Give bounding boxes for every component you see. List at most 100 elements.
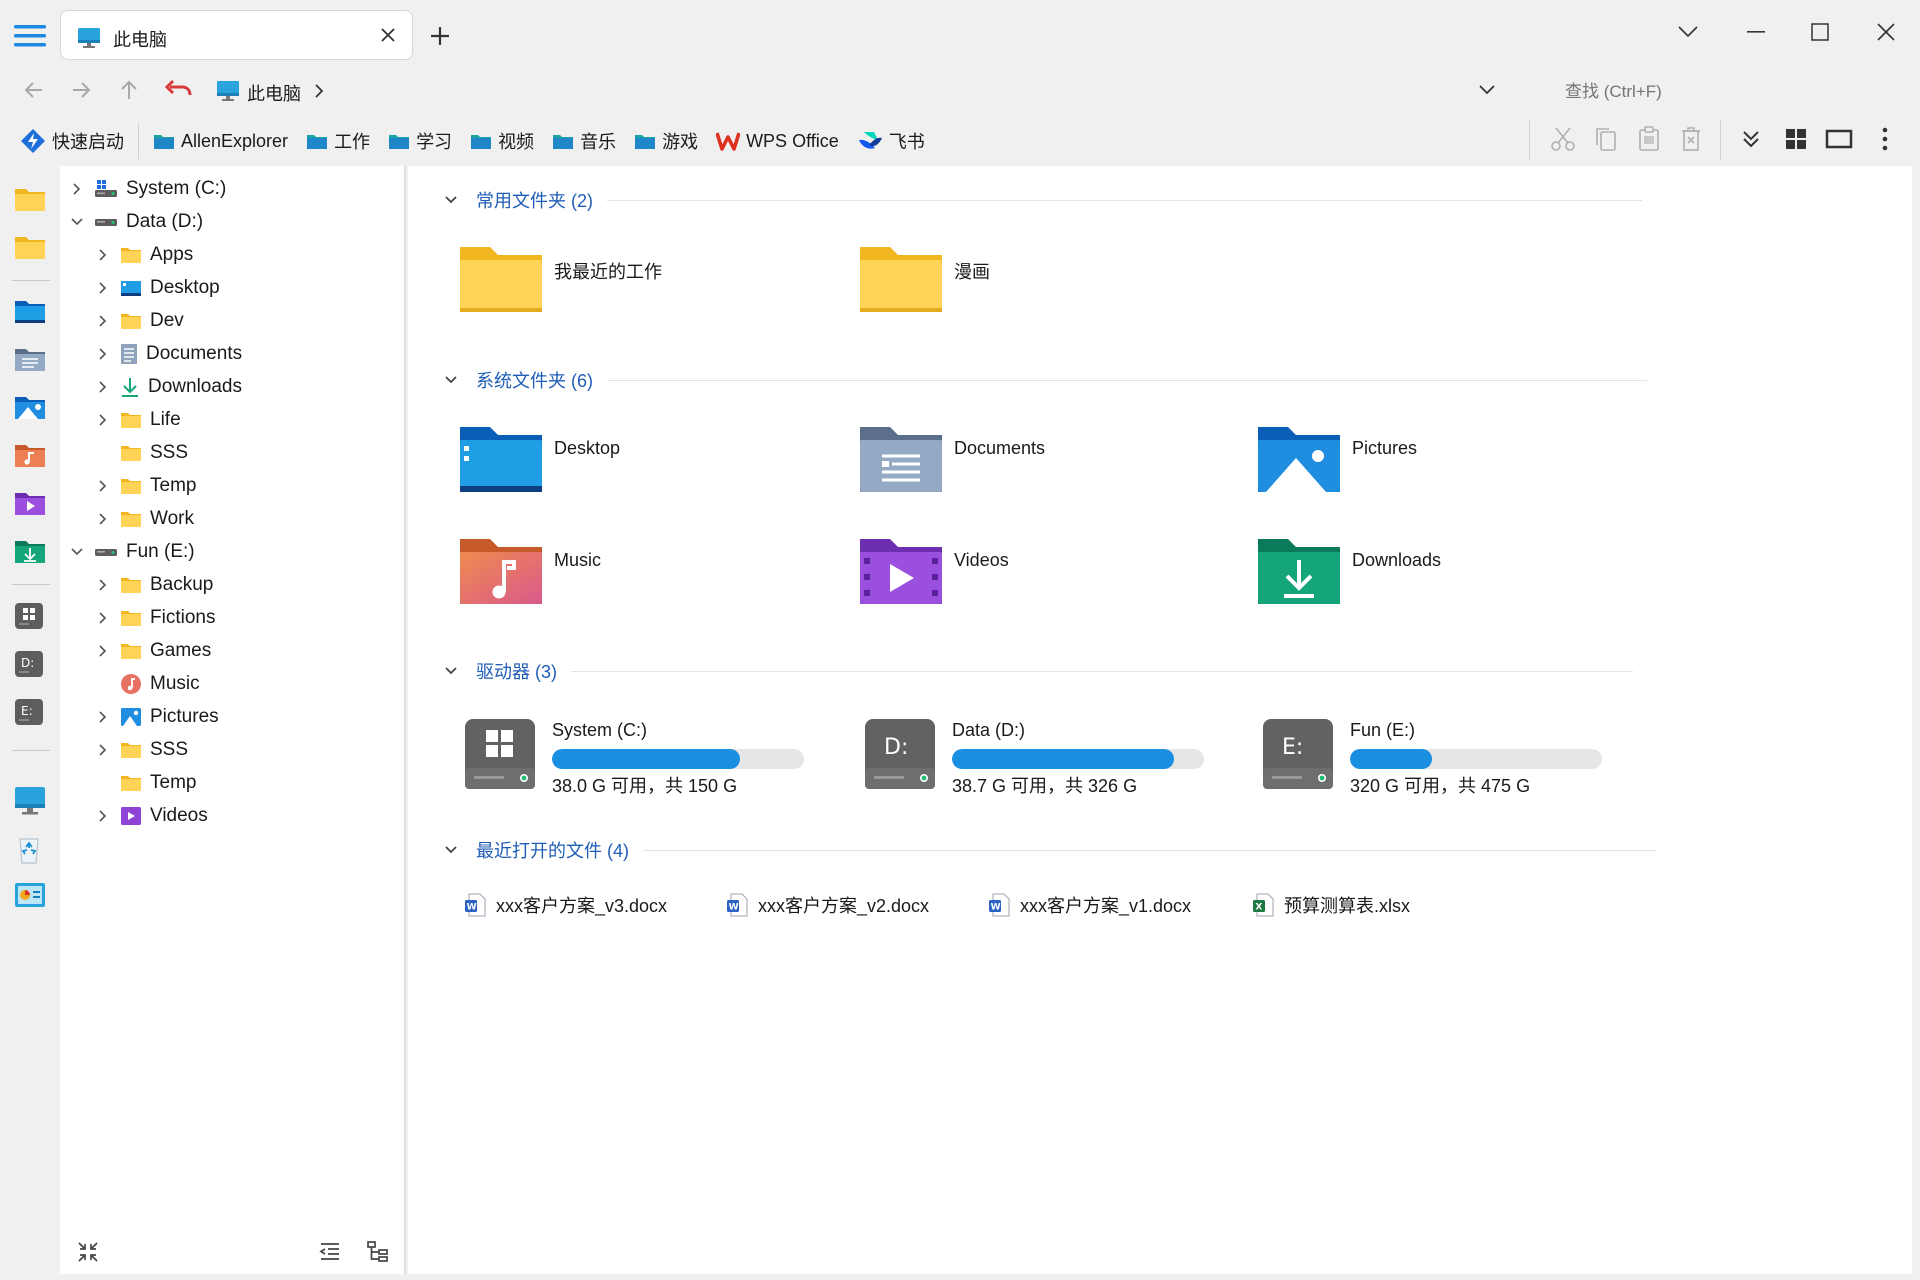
bookmark-work[interactable]: 工作 bbox=[306, 128, 370, 154]
tree-item[interactable]: Fictions bbox=[94, 601, 215, 634]
folder-tile-pictures[interactable]: Pictures bbox=[1256, 424, 1417, 494]
bookmark-music[interactable]: 音乐 bbox=[552, 128, 616, 154]
chevron-right-icon[interactable] bbox=[94, 479, 112, 493]
chevron-right-icon[interactable] bbox=[312, 82, 326, 100]
double-chevron-down-icon[interactable] bbox=[1736, 124, 1766, 154]
paste-icon[interactable] bbox=[1634, 124, 1664, 154]
drive-tile-d[interactable]: D: Data (D:) 38.7 G 可用，共 326 G bbox=[864, 714, 1224, 796]
pictures-folder-icon[interactable] bbox=[14, 394, 46, 420]
back-arrow-icon[interactable] bbox=[22, 78, 46, 102]
recycle-bin-icon[interactable] bbox=[14, 834, 44, 864]
collapse-all-icon[interactable] bbox=[76, 1240, 100, 1264]
preview-pane-icon[interactable] bbox=[1824, 124, 1854, 154]
drive-tile-c[interactable]: System (C:) 38.0 G 可用，共 150 G bbox=[464, 714, 824, 796]
downloads-folder-icon[interactable] bbox=[14, 538, 46, 564]
folder-tile[interactable]: 漫画 bbox=[858, 244, 990, 314]
recent-file[interactable]: W xxx客户方案_v1.docx bbox=[988, 892, 1191, 918]
folder-tile[interactable]: 我最近的工作 bbox=[458, 244, 662, 314]
undo-icon[interactable] bbox=[163, 78, 193, 102]
breadcrumb-this-pc[interactable]: 此电脑 bbox=[247, 80, 301, 106]
tree-item[interactable]: Videos bbox=[94, 799, 208, 832]
bookmark-quick-launch[interactable]: 快速启动 bbox=[20, 128, 124, 154]
tree-item[interactable]: Temp bbox=[94, 469, 196, 502]
tree-item[interactable]: Backup bbox=[94, 568, 213, 601]
outdent-icon[interactable] bbox=[318, 1240, 342, 1264]
videos-folder-icon[interactable] bbox=[14, 490, 46, 516]
grid-view-icon[interactable] bbox=[1781, 124, 1811, 154]
tree-item[interactable]: Apps bbox=[94, 238, 193, 271]
chevron-right-icon[interactable] bbox=[94, 281, 112, 295]
tree-item[interactable]: Documents bbox=[94, 337, 242, 370]
chevron-right-icon[interactable] bbox=[94, 743, 112, 757]
tree-item[interactable]: Dev bbox=[94, 304, 184, 337]
copy-icon[interactable] bbox=[1591, 124, 1621, 154]
menu-icon[interactable] bbox=[14, 20, 46, 52]
bookmark-video[interactable]: 视频 bbox=[470, 128, 534, 154]
documents-folder-icon[interactable] bbox=[14, 346, 46, 372]
chevron-right-icon[interactable] bbox=[94, 512, 112, 526]
chevron-down-icon[interactable] bbox=[68, 547, 86, 557]
drive-e-icon[interactable]: E: bbox=[14, 698, 44, 726]
folder-tile-music[interactable]: Music bbox=[458, 536, 601, 606]
chevron-right-icon[interactable] bbox=[94, 314, 112, 328]
tree-item[interactable]: System (C:) bbox=[68, 172, 226, 205]
chevron-right-icon[interactable] bbox=[94, 347, 112, 361]
desktop-folder-icon[interactable] bbox=[14, 298, 46, 324]
delete-icon[interactable] bbox=[1676, 124, 1706, 154]
section-header-system[interactable]: 系统文件夹 (6) bbox=[444, 368, 1647, 392]
folder-tile-documents[interactable]: Documents bbox=[858, 424, 1045, 494]
chevron-right-icon[interactable] bbox=[94, 380, 112, 394]
search-input[interactable] bbox=[1520, 74, 1900, 110]
address-dropdown-icon[interactable] bbox=[1477, 83, 1497, 97]
chevron-down-icon[interactable] bbox=[1668, 12, 1708, 52]
tree-view-icon[interactable] bbox=[366, 1240, 390, 1264]
music-folder-icon[interactable] bbox=[14, 442, 46, 468]
more-options-icon[interactable] bbox=[1870, 124, 1900, 154]
section-header-drives[interactable]: 驱动器 (3) bbox=[444, 659, 1633, 683]
tree-item[interactable]: Pictures bbox=[94, 700, 219, 733]
section-header-recent[interactable]: 最近打开的文件 (4) bbox=[444, 838, 1657, 862]
forward-arrow-icon[interactable] bbox=[69, 78, 93, 102]
chevron-right-icon[interactable] bbox=[94, 644, 112, 658]
tree-item[interactable]: Data (D:) bbox=[68, 205, 203, 238]
drive-c-icon[interactable] bbox=[14, 602, 44, 630]
chevron-right-icon[interactable] bbox=[94, 578, 112, 592]
tree-item[interactable]: Fun (E:) bbox=[68, 535, 195, 568]
recent-file[interactable]: W xxx客户方案_v3.docx bbox=[464, 892, 667, 918]
section-header-favorites[interactable]: 常用文件夹 (2) bbox=[444, 188, 1642, 212]
drive-tile-e[interactable]: E: Fun (E:) 320 G 可用，共 475 G bbox=[1262, 714, 1622, 796]
folder-icon[interactable] bbox=[14, 186, 46, 212]
tree-item[interactable]: SSS bbox=[94, 733, 188, 766]
chevron-right-icon[interactable] bbox=[68, 182, 86, 196]
tree-item[interactable]: Downloads bbox=[94, 370, 242, 403]
tree-item[interactable]: Temp bbox=[94, 766, 196, 799]
tree-item[interactable]: Desktop bbox=[94, 271, 220, 304]
bookmark-wps-office[interactable]: WPS Office bbox=[716, 130, 839, 152]
bookmark-study[interactable]: 学习 bbox=[388, 128, 452, 154]
this-pc-icon[interactable] bbox=[14, 786, 46, 816]
chevron-right-icon[interactable] bbox=[94, 710, 112, 724]
bookmark-allenexplorer[interactable]: AllenExplorer bbox=[153, 131, 288, 152]
cut-icon[interactable] bbox=[1548, 124, 1578, 154]
tree-item[interactable]: Games bbox=[94, 634, 211, 667]
close-tab-icon[interactable] bbox=[379, 26, 397, 44]
bookmark-games[interactable]: 游戏 bbox=[634, 128, 698, 154]
chevron-right-icon[interactable] bbox=[94, 611, 112, 625]
chevron-right-icon[interactable] bbox=[94, 809, 112, 823]
chevron-right-icon[interactable] bbox=[94, 413, 112, 427]
chevron-right-icon[interactable] bbox=[94, 248, 112, 262]
tree-item[interactable]: Life bbox=[94, 403, 181, 436]
new-tab-icon[interactable] bbox=[428, 24, 452, 48]
tree-item[interactable]: Work bbox=[94, 502, 194, 535]
folder-tile-desktop[interactable]: Desktop bbox=[458, 424, 620, 494]
folder-tile-videos[interactable]: Videos bbox=[858, 536, 1009, 606]
recent-file[interactable]: X 预算测算表.xlsx bbox=[1252, 892, 1410, 918]
bookmark-feishu[interactable]: 飞书 bbox=[857, 128, 925, 154]
tab-this-pc[interactable]: 此电脑 bbox=[60, 10, 413, 60]
drive-d-icon[interactable]: D: bbox=[14, 650, 44, 678]
up-arrow-icon[interactable] bbox=[117, 78, 141, 102]
close-window-icon[interactable] bbox=[1866, 12, 1906, 52]
tree-item[interactable]: Music bbox=[94, 667, 200, 700]
folder-icon[interactable] bbox=[14, 234, 46, 260]
minimize-icon[interactable] bbox=[1736, 12, 1776, 52]
